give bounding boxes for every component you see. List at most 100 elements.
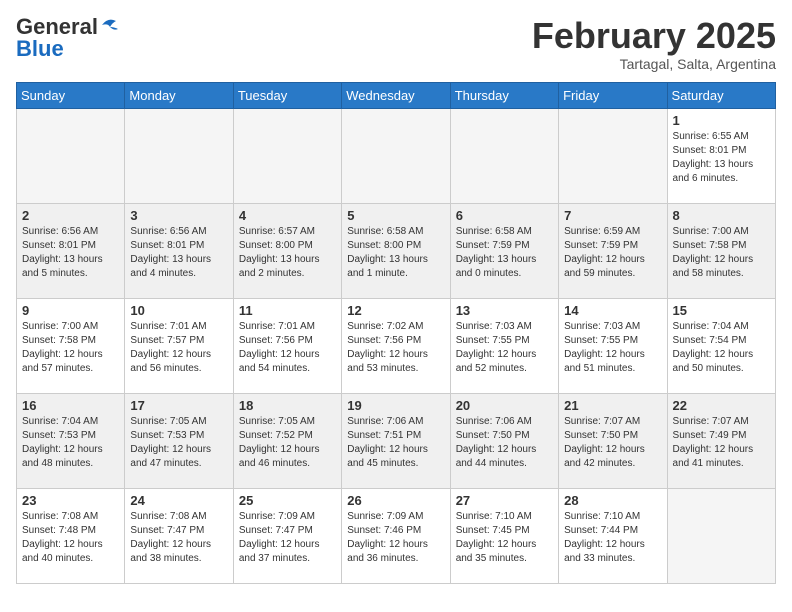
- day-info: Sunrise: 7:01 AM Sunset: 7:57 PM Dayligh…: [130, 320, 227, 376]
- logo: General Blue: [16, 16, 120, 60]
- day-number: 11: [239, 303, 336, 318]
- calendar-day-cell: 2 Sunrise: 6:56 AM Sunset: 8:01 PM Daylig…: [17, 203, 125, 298]
- day-info: Sunrise: 7:04 AM Sunset: 7:54 PM Dayligh…: [673, 320, 770, 376]
- weekday-header-saturday: Saturday: [667, 82, 775, 108]
- day-number: 5: [347, 208, 444, 223]
- calendar-day-cell: 10 Sunrise: 7:01 AM Sunset: 7:57 PM Dayli…: [125, 298, 233, 393]
- day-info: Sunrise: 7:03 AM Sunset: 7:55 PM Dayligh…: [456, 320, 553, 376]
- calendar-day-cell: 17Sunrise: 7:05 AM Sunset: 7:53 PM Dayli…: [125, 393, 233, 488]
- day-number: 6: [456, 208, 553, 223]
- day-info: Sunrise: 6:59 AM Sunset: 7:59 PM Dayligh…: [564, 225, 661, 281]
- day-number: 20: [456, 398, 553, 413]
- weekday-header-wednesday: Wednesday: [342, 82, 450, 108]
- location-text: Tartagal, Salta, Argentina: [532, 56, 776, 72]
- calendar-day-cell: [17, 108, 125, 203]
- day-info: Sunrise: 7:06 AM Sunset: 7:51 PM Dayligh…: [347, 415, 444, 471]
- day-info: Sunrise: 7:05 AM Sunset: 7:53 PM Dayligh…: [130, 415, 227, 471]
- day-number: 27: [456, 493, 553, 508]
- calendar-day-cell: 28 Sunrise: 7:10 AM Sunset: 7:44 PM Dayli…: [559, 488, 667, 583]
- day-number: 25: [239, 493, 336, 508]
- day-number: 23: [22, 493, 119, 508]
- day-number: 3: [130, 208, 227, 223]
- calendar-day-cell: 12 Sunrise: 7:02 AM Sunset: 7:56 PM Dayli…: [342, 298, 450, 393]
- day-info: Sunrise: 6:57 AM Sunset: 8:00 PM Dayligh…: [239, 225, 336, 281]
- calendar-day-cell: [342, 108, 450, 203]
- calendar-day-cell: 26Sunrise: 7:09 AM Sunset: 7:46 PM Dayli…: [342, 488, 450, 583]
- day-info: Sunrise: 7:06 AM Sunset: 7:50 PM Dayligh…: [456, 415, 553, 471]
- day-number: 10: [130, 303, 227, 318]
- day-number: 28: [564, 493, 661, 508]
- day-info: Sunrise: 6:56 AM Sunset: 8:01 PM Dayligh…: [130, 225, 227, 281]
- month-title: February 2025: [532, 16, 776, 56]
- day-number: 12: [347, 303, 444, 318]
- calendar-day-cell: [667, 488, 775, 583]
- day-info: Sunrise: 6:58 AM Sunset: 8:00 PM Dayligh…: [347, 225, 444, 281]
- calendar-day-cell: 11 Sunrise: 7:01 AM Sunset: 7:56 PM Dayli…: [233, 298, 341, 393]
- day-number: 7: [564, 208, 661, 223]
- day-info: Sunrise: 6:58 AM Sunset: 7:59 PM Dayligh…: [456, 225, 553, 281]
- calendar-day-cell: 8Sunrise: 7:00 AM Sunset: 7:58 PM Daylig…: [667, 203, 775, 298]
- day-info: Sunrise: 7:07 AM Sunset: 7:49 PM Dayligh…: [673, 415, 770, 471]
- day-number: 24: [130, 493, 227, 508]
- title-block: February 2025 Tartagal, Salta, Argentina: [532, 16, 776, 72]
- calendar-day-cell: 4 Sunrise: 6:57 AM Sunset: 8:00 PM Daylig…: [233, 203, 341, 298]
- day-number: 18: [239, 398, 336, 413]
- day-info: Sunrise: 7:09 AM Sunset: 7:46 PM Dayligh…: [347, 510, 444, 566]
- page-header: General Blue February 2025 Tartagal, Sal…: [16, 16, 776, 72]
- calendar-day-cell: 16 Sunrise: 7:04 AM Sunset: 7:53 PM Dayli…: [17, 393, 125, 488]
- weekday-header-row: SundayMondayTuesdayWednesdayThursdayFrid…: [17, 82, 776, 108]
- calendar-day-cell: 9 Sunrise: 7:00 AM Sunset: 7:58 PM Daylig…: [17, 298, 125, 393]
- day-number: 13: [456, 303, 553, 318]
- calendar-week-row: 2 Sunrise: 6:56 AM Sunset: 8:01 PM Daylig…: [17, 203, 776, 298]
- day-info: Sunrise: 7:10 AM Sunset: 7:44 PM Dayligh…: [564, 510, 661, 566]
- calendar-day-cell: [233, 108, 341, 203]
- calendar-day-cell: 7 Sunrise: 6:59 AM Sunset: 7:59 PM Daylig…: [559, 203, 667, 298]
- day-number: 15: [673, 303, 770, 318]
- day-info: Sunrise: 7:09 AM Sunset: 7:47 PM Dayligh…: [239, 510, 336, 566]
- calendar-day-cell: 14Sunrise: 7:03 AM Sunset: 7:55 PM Dayli…: [559, 298, 667, 393]
- day-number: 14: [564, 303, 661, 318]
- calendar-day-cell: 18 Sunrise: 7:05 AM Sunset: 7:52 PM Dayli…: [233, 393, 341, 488]
- day-info: Sunrise: 7:00 AM Sunset: 7:58 PM Dayligh…: [673, 225, 770, 281]
- day-number: 16: [22, 398, 119, 413]
- calendar-day-cell: [125, 108, 233, 203]
- day-number: 9: [22, 303, 119, 318]
- logo-blue-text: Blue: [16, 38, 64, 60]
- calendar-day-cell: 24 Sunrise: 7:08 AM Sunset: 7:47 PM Dayli…: [125, 488, 233, 583]
- logo-general-text: General: [16, 16, 98, 38]
- day-number: 2: [22, 208, 119, 223]
- day-info: Sunrise: 7:08 AM Sunset: 7:47 PM Dayligh…: [130, 510, 227, 566]
- calendar-week-row: 1Sunrise: 6:55 AM Sunset: 8:01 PM Daylig…: [17, 108, 776, 203]
- calendar-day-cell: 15 Sunrise: 7:04 AM Sunset: 7:54 PM Dayli…: [667, 298, 775, 393]
- calendar-day-cell: 1Sunrise: 6:55 AM Sunset: 8:01 PM Daylig…: [667, 108, 775, 203]
- calendar-table: SundayMondayTuesdayWednesdayThursdayFrid…: [16, 82, 776, 584]
- calendar-day-cell: 13 Sunrise: 7:03 AM Sunset: 7:55 PM Dayli…: [450, 298, 558, 393]
- day-info: Sunrise: 7:10 AM Sunset: 7:45 PM Dayligh…: [456, 510, 553, 566]
- day-info: Sunrise: 6:56 AM Sunset: 8:01 PM Dayligh…: [22, 225, 119, 281]
- day-info: Sunrise: 7:05 AM Sunset: 7:52 PM Dayligh…: [239, 415, 336, 471]
- day-number: 4: [239, 208, 336, 223]
- day-info: Sunrise: 7:08 AM Sunset: 7:48 PM Dayligh…: [22, 510, 119, 566]
- day-info: Sunrise: 6:55 AM Sunset: 8:01 PM Dayligh…: [673, 130, 770, 186]
- calendar-day-cell: 6 Sunrise: 6:58 AM Sunset: 7:59 PM Daylig…: [450, 203, 558, 298]
- day-info: Sunrise: 7:07 AM Sunset: 7:50 PM Dayligh…: [564, 415, 661, 471]
- calendar-day-cell: 5 Sunrise: 6:58 AM Sunset: 8:00 PM Daylig…: [342, 203, 450, 298]
- calendar-day-cell: 3 Sunrise: 6:56 AM Sunset: 8:01 PM Daylig…: [125, 203, 233, 298]
- weekday-header-thursday: Thursday: [450, 82, 558, 108]
- weekday-header-sunday: Sunday: [17, 82, 125, 108]
- day-info: Sunrise: 7:00 AM Sunset: 7:58 PM Dayligh…: [22, 320, 119, 376]
- weekday-header-tuesday: Tuesday: [233, 82, 341, 108]
- calendar-week-row: 16 Sunrise: 7:04 AM Sunset: 7:53 PM Dayli…: [17, 393, 776, 488]
- calendar-day-cell: 19 Sunrise: 7:06 AM Sunset: 7:51 PM Dayli…: [342, 393, 450, 488]
- day-number: 19: [347, 398, 444, 413]
- calendar-day-cell: [450, 108, 558, 203]
- calendar-day-cell: 21Sunrise: 7:07 AM Sunset: 7:50 PM Dayli…: [559, 393, 667, 488]
- day-info: Sunrise: 7:01 AM Sunset: 7:56 PM Dayligh…: [239, 320, 336, 376]
- day-info: Sunrise: 7:04 AM Sunset: 7:53 PM Dayligh…: [22, 415, 119, 471]
- calendar-day-cell: 25 Sunrise: 7:09 AM Sunset: 7:47 PM Dayli…: [233, 488, 341, 583]
- day-number: 22: [673, 398, 770, 413]
- calendar-day-cell: [559, 108, 667, 203]
- logo-bird-icon: [100, 17, 120, 33]
- day-info: Sunrise: 7:02 AM Sunset: 7:56 PM Dayligh…: [347, 320, 444, 376]
- weekday-header-monday: Monday: [125, 82, 233, 108]
